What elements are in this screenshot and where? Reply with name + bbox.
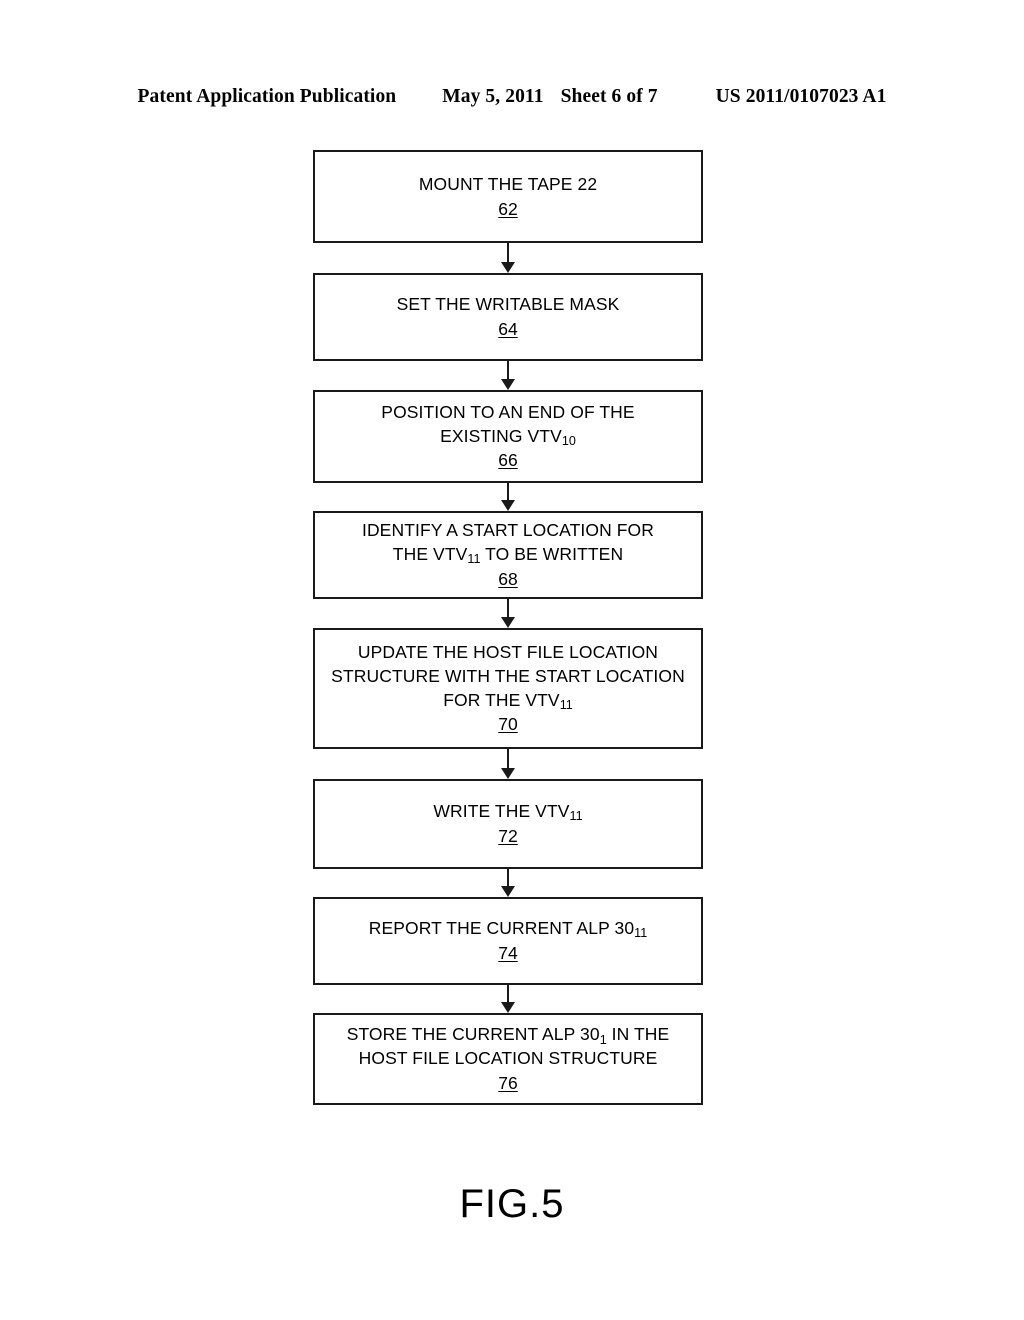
header-date-label: May 5, 2011 [442,86,544,107]
flowchart-node-text: UPDATE THE HOST FILE LOCATION STRUCTURE W… [331,641,685,712]
arrow-head-icon [501,1002,515,1013]
arrow-stem [507,749,509,769]
flowchart-arrow-64-to-66 [313,361,703,390]
header-publication-label: Patent Application Publication [137,86,397,107]
arrow-head-icon [501,379,515,390]
arrow-stem [507,985,509,1003]
arrow-stem [507,869,509,887]
flowchart-node-62: MOUNT THE TAPE 22 62 [313,150,703,243]
flowchart-node-reference-numeral: 70 [498,714,518,735]
arrow-head-icon [501,886,515,897]
flowchart-node-76: STORE THE CURRENT ALP 301 IN THE HOST FIL… [313,1013,703,1105]
arrow-stem [507,599,509,618]
header-patent-number: US 2011/0107023 A1 [715,86,887,107]
flowchart-node-text: MOUNT THE TAPE 22 [418,173,598,194]
flowchart-node-reference-numeral: 64 [498,319,518,340]
arrow-head-icon [501,500,515,511]
flowchart-node-64: SET THE WRITABLE MASK 64 [313,273,703,361]
flowchart-node-text: IDENTIFY A START LOCATION FOR THE VTV11 T… [361,520,655,567]
flowchart-arrow-70-to-72 [313,749,703,779]
flowchart-node-74: REPORT THE CURRENT ALP 3011 74 [313,897,703,985]
flowchart-node-text: STORE THE CURRENT ALP 301 IN THE HOST FIL… [346,1024,670,1069]
flowchart-node-reference-numeral: 72 [498,826,518,847]
arrow-stem [507,243,509,263]
flowchart-arrow-74-to-76 [313,985,703,1013]
flowchart-node-72: WRITE THE VTV11 72 [313,779,703,869]
header-sheet-label: Sheet 6 of 7 [560,86,658,107]
flowchart-arrow-68-to-70 [313,599,703,628]
page-header: Patent Application Publication May 5, 20… [0,86,1024,108]
flowchart-node-reference-numeral: 68 [498,568,518,589]
flowchart-node-68: IDENTIFY A START LOCATION FOR THE VTV11 T… [313,511,703,599]
flowchart: MOUNT THE TAPE 22 62 SET THE WRITABLE MASK… [313,150,703,1105]
flowchart-arrow-66-to-68 [313,483,703,511]
flowchart-arrow-72-to-74 [313,869,703,897]
arrow-stem [507,483,509,501]
flowchart-node-reference-numeral: 62 [498,198,518,219]
flowchart-node-text: WRITE THE VTV11 [433,801,583,824]
flowchart-node-text: SET THE WRITABLE MASK [396,294,620,315]
arrow-head-icon [501,617,515,628]
arrow-stem [507,361,509,380]
flowchart-arrow-62-to-64 [313,243,703,273]
arrow-head-icon [501,262,515,273]
arrow-head-icon [501,768,515,779]
flowchart-node-reference-numeral: 76 [498,1072,518,1093]
flowchart-node-70: UPDATE THE HOST FILE LOCATION STRUCTURE W… [313,628,703,749]
flowchart-node-reference-numeral: 74 [498,943,518,964]
flowchart-node-66: POSITION TO AN END OF THE EXISTING VTV10 6… [313,390,703,483]
flowchart-node-text: POSITION TO AN END OF THE EXISTING VTV10 [381,401,635,448]
figure-caption: FIG.5 [459,1182,565,1226]
flowchart-node-reference-numeral: 66 [498,450,518,471]
flowchart-node-text: REPORT THE CURRENT ALP 3011 [368,918,648,941]
